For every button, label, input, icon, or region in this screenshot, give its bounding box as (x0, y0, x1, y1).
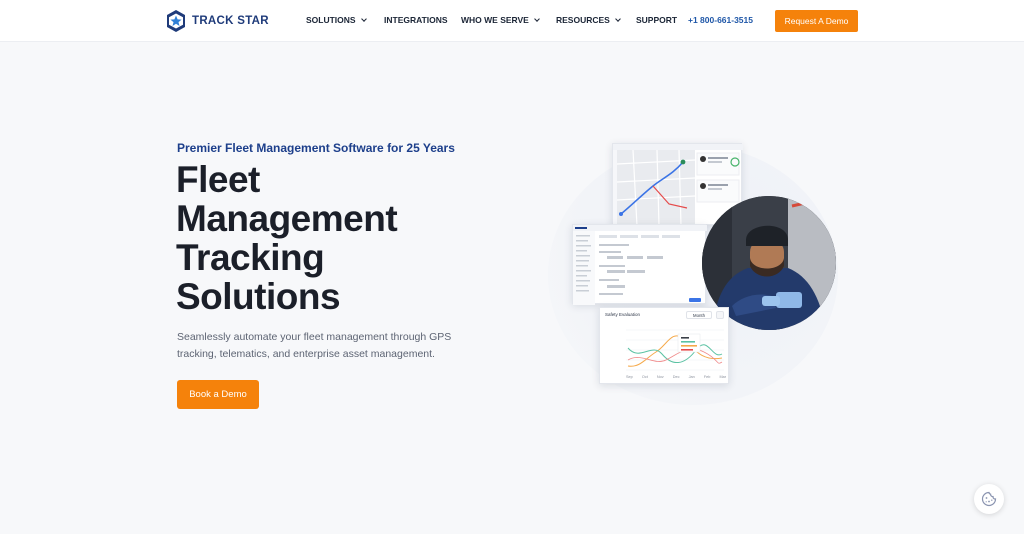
nav-solutions[interactable]: SOLUTIONS (306, 15, 367, 25)
headline-line: Management (176, 198, 398, 239)
chart-lines-graphic (626, 329, 724, 371)
x-tick-label: Sep (626, 375, 633, 379)
hero-eyebrow: Premier Fleet Management Software for 25… (177, 141, 455, 155)
cookie-icon (981, 491, 997, 507)
nav-support-label: SUPPORT (636, 15, 678, 25)
nav-integrations[interactable]: INTEGRATIONS (384, 15, 448, 25)
chevron-down-icon (615, 15, 621, 22)
logo[interactable]: TRACK STAR (165, 9, 269, 33)
x-tick-label: Oct (641, 375, 648, 379)
safety-chart-card: Safety Evaluation Month Sep Oct Nov Dec (599, 307, 729, 384)
nav-who-we-serve-label: WHO WE SERVE (461, 15, 529, 25)
x-tick-label: Nov (656, 375, 664, 379)
reports-graphic (573, 225, 707, 305)
x-tick-label: Jan (688, 375, 695, 379)
request-demo-button[interactable]: Request A Demo (775, 10, 858, 32)
nav-who-we-serve[interactable]: WHO WE SERVE (461, 15, 540, 25)
nav-resources[interactable]: RESOURCES (556, 15, 621, 25)
headline-line: Solutions (176, 276, 341, 317)
chevron-down-icon (534, 15, 540, 22)
hero-description: Seamlessly automate your fleet managemen… (177, 331, 452, 360)
nav-solutions-label: SOLUTIONS (306, 15, 356, 25)
site-header: TRACK STAR SOLUTIONS INTEGRATIONS WHO WE… (0, 0, 1024, 42)
headline-line: Tracking (176, 237, 325, 278)
map-dashboard-card (612, 143, 743, 227)
chart-x-axis: Sep Oct Nov Dec Jan Feb Mar (626, 375, 726, 379)
chevron-down-icon (360, 15, 367, 22)
reports-card (572, 224, 707, 305)
x-tick-label: Dec (672, 375, 680, 379)
phone-link[interactable]: +1 800-661-3515 (688, 15, 753, 25)
nav-support[interactable]: SUPPORT (636, 15, 677, 25)
nav-resources-label: RESOURCES (556, 15, 610, 25)
hero-illustration: Safety Evaluation Month Sep Oct Nov Dec (540, 135, 860, 405)
hero-headline: Fleet Management Tracking Solutions (176, 159, 398, 317)
x-tick-label: Mar (719, 375, 726, 379)
book-demo-button[interactable]: Book a Demo (177, 380, 259, 409)
nav-integrations-label: INTEGRATIONS (384, 15, 448, 25)
star-shield-icon (167, 10, 185, 32)
cookie-settings-button[interactable] (974, 484, 1004, 514)
logo-text: TRACK STAR (192, 15, 269, 27)
x-tick-label: Feb (703, 375, 711, 379)
headline-line: Fleet (176, 159, 260, 200)
